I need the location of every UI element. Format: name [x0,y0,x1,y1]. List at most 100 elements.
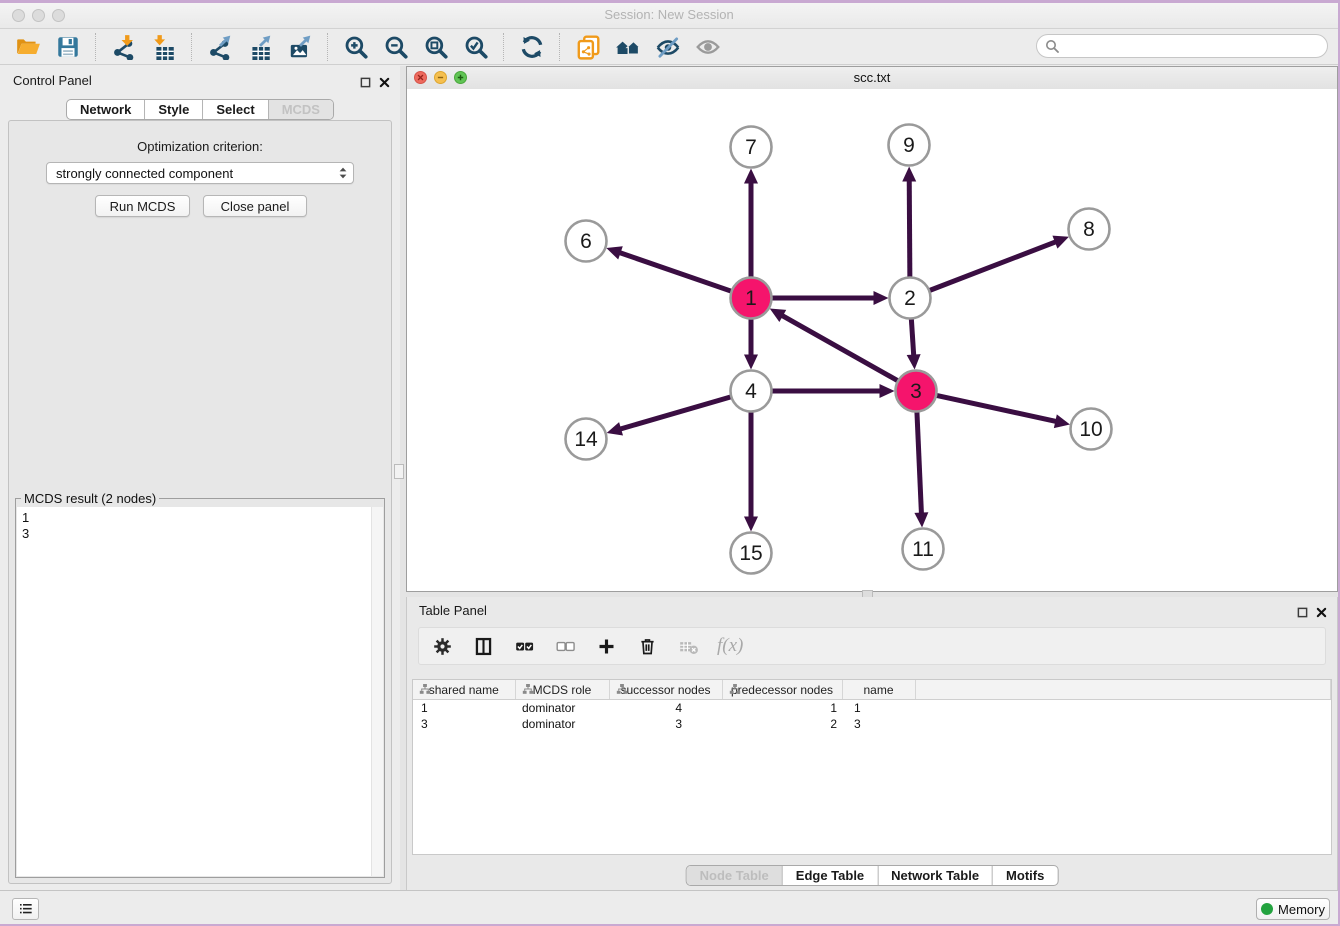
graph-node-4[interactable]: 4 [731,371,772,412]
refresh-layout-icon [519,34,545,60]
task-history-button[interactable] [12,898,39,920]
network-window-titlebar: scc.txt [407,67,1337,90]
column-type-icon [419,683,431,695]
zoom-in-button[interactable] [337,32,375,62]
save-session-icon [55,34,81,60]
save-session-button[interactable] [49,32,87,62]
float-panel-icon[interactable] [360,75,371,86]
show-columns-button[interactable] [471,634,495,658]
graph-edge-2-8[interactable] [929,241,1057,290]
zoom-out-button[interactable] [377,32,415,62]
graph-node-1[interactable]: 1 [731,278,772,319]
table-tab-edge-table[interactable]: Edge Table [782,866,877,885]
criterion-dropdown[interactable]: strongly connected component [46,162,354,184]
column-header-MCDS-role[interactable]: MCDS role [515,680,609,700]
network-title: scc.txt [407,70,1337,85]
column-header-shared-name[interactable]: shared name [413,680,515,700]
vertical-splitter-handle[interactable] [394,464,404,479]
export-image-icon [287,34,313,60]
table-row[interactable]: 1dominator411 [413,700,1331,717]
graph-node-6[interactable]: 6 [566,221,607,262]
network-window: scc.txt 7 9 6 8 1 2 4 3 14 10 15 11 [406,66,1338,592]
graph-node-2[interactable]: 2 [890,278,931,319]
graph-edge-4-14[interactable] [619,397,731,430]
open-file-icon [15,34,41,60]
tab-select[interactable]: Select [202,100,267,119]
graph-node-9[interactable]: 9 [889,125,930,166]
export-network-button[interactable] [201,32,239,62]
table-options-button[interactable] [430,634,454,658]
zoom-fit-button[interactable] [417,32,455,62]
create-column-icon [596,636,617,657]
tab-mcds[interactable]: MCDS [268,100,333,119]
column-header-successor-nodes[interactable]: successor nodes [609,680,722,700]
table-row[interactable]: 3dominator323 [413,716,1331,732]
graph-node-label: 9 [903,134,915,157]
column-header-name[interactable]: name [842,680,915,700]
graph-node-11[interactable]: 11 [903,529,944,570]
search-input[interactable] [1059,36,1327,56]
refresh-layout-button[interactable] [513,32,551,62]
graph-edge-2-3[interactable] [911,318,913,356]
criterion-value: strongly connected component [47,166,335,181]
column-header-predecessor-nodes[interactable]: predecessor nodes [722,680,842,700]
delete-columns-button[interactable] [635,634,659,658]
first-neighbors-button[interactable] [609,32,647,62]
optimization-criterion-label: Optimization criterion: [9,139,391,154]
graph-node-15[interactable]: 15 [731,533,772,574]
column-type-icon [616,683,628,695]
close-panel-button[interactable]: Close panel [203,195,307,217]
export-image-button[interactable] [281,32,319,62]
graph-node-3[interactable]: 3 [896,371,937,412]
graph-edge-3-1[interactable] [781,315,898,381]
graph-node-7[interactable]: 7 [731,127,772,168]
memory-label: Memory [1278,902,1325,917]
select-all-rows-button[interactable] [512,634,536,658]
float-table-panel-icon[interactable] [1297,605,1308,616]
mcds-result-area[interactable]: 1 3 [17,507,383,876]
result-scrollbar[interactable] [371,507,383,876]
import-network-button[interactable] [105,32,143,62]
main-toolbar [0,29,1338,65]
open-file-button[interactable] [9,32,47,62]
new-network-from-selection-button[interactable] [569,32,607,62]
tab-style[interactable]: Style [144,100,202,119]
close-table-panel-icon[interactable] [1316,605,1327,616]
network-canvas[interactable]: 7 9 6 8 1 2 4 3 14 10 15 11 [407,89,1337,591]
graph-edge-2-9[interactable] [909,179,910,277]
table-tab-node-table[interactable]: Node Table [687,866,782,885]
graph-edge-1-6[interactable] [619,252,732,291]
create-column-button[interactable] [594,634,618,658]
dropdown-arrows-icon [335,165,351,181]
zoom-selected-button[interactable] [457,32,495,62]
graph-edge-1-7-arrowhead [744,169,758,184]
mcds-result-title: MCDS result (2 nodes) [21,491,159,506]
import-table-button[interactable] [145,32,183,62]
deselect-all-rows-button[interactable] [553,634,577,658]
tab-network[interactable]: Network [67,100,144,119]
graph-node-label: 7 [745,136,757,159]
table-tab-motifs[interactable]: Motifs [992,866,1057,885]
app-window: Session: New Session Control Panel Netwo… [0,3,1338,924]
close-panel-icon[interactable] [379,75,390,86]
graph-edge-2-9-arrowhead [902,166,916,181]
graph-edge-3-10[interactable] [936,395,1057,421]
graph-node-label: 11 [912,538,934,561]
graph-node-14[interactable]: 14 [566,419,607,460]
table-tab-network-table[interactable]: Network Table [877,866,992,885]
graph-edge-3-11[interactable] [917,411,922,514]
memory-button[interactable]: Memory [1256,898,1330,920]
run-mcds-button[interactable]: Run MCDS [95,195,190,217]
control-panel: Control Panel NetworkStyleSelectMCDS Opt… [0,66,400,890]
search-box[interactable] [1036,34,1328,58]
hide-selected-button[interactable] [649,32,687,62]
export-network-icon [207,34,233,60]
show-columns-icon [473,636,494,657]
export-table-button[interactable] [241,32,279,62]
task-list-icon [18,901,34,917]
graph-node-8[interactable]: 8 [1069,209,1110,250]
import-table-icon [151,34,177,60]
select-all-rows-icon [514,636,535,657]
show-all-button[interactable] [689,32,727,62]
graph-node-10[interactable]: 10 [1071,409,1112,450]
